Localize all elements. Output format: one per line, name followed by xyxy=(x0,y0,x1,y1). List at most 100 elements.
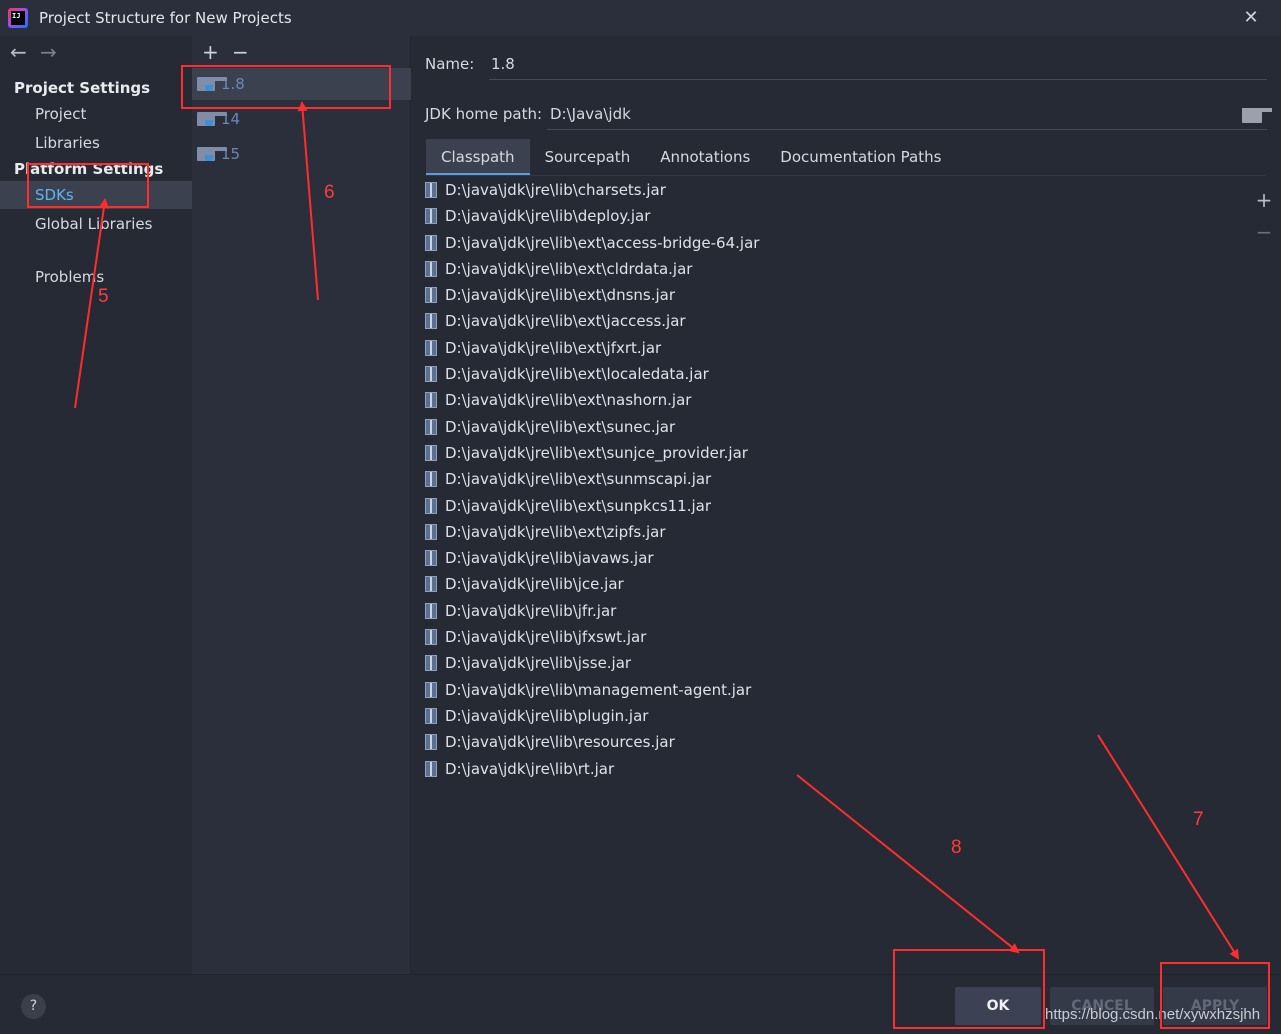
classpath-entry[interactable]: D:\java\jdk\jre\lib\ext\localedata.jar xyxy=(424,361,1254,387)
annotation-label-6: 6 xyxy=(324,182,335,203)
classpath-entry-path: D:\java\jdk\jre\lib\ext\jaccess.jar xyxy=(445,312,686,331)
jar-archive-icon xyxy=(425,707,437,724)
classpath-entry[interactable]: D:\java\jdk\jre\lib\resources.jar xyxy=(424,729,1254,755)
tab-classpath[interactable]: Classpath xyxy=(426,139,530,175)
tab-documentation-paths[interactable]: Documentation Paths xyxy=(765,139,956,175)
classpath-entry[interactable]: D:\java\jdk\jre\lib\ext\sunmscapi.jar xyxy=(424,466,1254,492)
jar-archive-icon xyxy=(425,260,437,277)
tabs-divider xyxy=(426,175,1266,176)
classpath-list: D:\java\jdk\jre\lib\charsets.jar D:\java\… xyxy=(424,177,1254,782)
classpath-entry[interactable]: D:\java\jdk\jre\lib\charsets.jar xyxy=(424,177,1254,203)
remove-path-icon[interactable]: − xyxy=(1254,216,1274,248)
tab-annotations[interactable]: Annotations xyxy=(645,139,765,175)
annotation-box-sdks xyxy=(27,163,149,208)
classpath-entry[interactable]: D:\java\jdk\jre\lib\ext\jfxrt.jar xyxy=(424,335,1254,361)
jar-archive-icon xyxy=(425,576,437,593)
sdk-detail-panel: Name: 1.8 JDK home path: D:\Java\jdk Cla… xyxy=(411,36,1281,974)
forward-arrow-icon[interactable]: → xyxy=(40,42,68,64)
classpath-entry-path: D:\java\jdk\jre\lib\ext\nashorn.jar xyxy=(445,391,692,410)
jar-archive-icon xyxy=(425,418,437,435)
classpath-entry[interactable]: D:\java\jdk\jre\lib\management-agent.jar xyxy=(424,677,1254,703)
classpath-entry-path: D:\java\jdk\jre\lib\jce.jar xyxy=(445,575,624,594)
classpath-entry[interactable]: D:\java\jdk\jre\lib\ext\zipfs.jar xyxy=(424,519,1254,545)
jar-archive-icon xyxy=(425,313,437,330)
classpath-entry[interactable]: D:\java\jdk\jre\lib\ext\jaccess.jar xyxy=(424,308,1254,334)
classpath-entry[interactable]: D:\java\jdk\jre\lib\plugin.jar xyxy=(424,703,1254,729)
classpath-entry[interactable]: D:\java\jdk\jre\lib\rt.jar xyxy=(424,756,1254,782)
classpath-entry-path: D:\java\jdk\jre\lib\ext\zipfs.jar xyxy=(445,522,666,541)
classpath-entry-path: D:\java\jdk\jre\lib\rt.jar xyxy=(445,759,615,778)
classpath-entry[interactable]: D:\java\jdk\jre\lib\ext\cldrdata.jar xyxy=(424,256,1254,282)
sidebar-item-problems[interactable]: Problems xyxy=(0,263,192,291)
annotation-label-8: 8 xyxy=(951,837,962,858)
classpath-entry-path: D:\java\jdk\jre\lib\ext\sunec.jar xyxy=(445,417,676,436)
jdk-folder-icon xyxy=(197,147,227,161)
annotation-box-jdk xyxy=(181,65,391,109)
tab-sourcepath[interactable]: Sourcepath xyxy=(530,139,646,175)
classpath-entry[interactable]: D:\java\jdk\jre\lib\ext\sunpkcs11.jar xyxy=(424,493,1254,519)
classpath-entry[interactable]: D:\java\jdk\jre\lib\deploy.jar xyxy=(424,203,1254,229)
sidebar-item-global-libraries[interactable]: Global Libraries xyxy=(0,210,192,238)
sdk-list-item[interactable]: 15 xyxy=(192,138,411,170)
title-bar: IJ Project Structure for New Projects ✕ xyxy=(0,0,1281,36)
intellij-logo-icon: IJ xyxy=(8,8,28,28)
jar-archive-icon xyxy=(425,366,437,383)
classpath-entry[interactable]: D:\java\jdk\jre\lib\javaws.jar xyxy=(424,545,1254,571)
classpath-entry-path: D:\java\jdk\jre\lib\ext\access-bridge-64… xyxy=(445,233,760,252)
classpath-entry-path: D:\java\jdk\jre\lib\charsets.jar xyxy=(445,181,666,199)
jar-archive-icon xyxy=(425,287,437,304)
jar-archive-icon xyxy=(425,629,437,646)
jar-archive-icon xyxy=(425,523,437,540)
sidebar-item-libraries[interactable]: Libraries xyxy=(0,129,192,157)
classpath-entry[interactable]: D:\java\jdk\jre\lib\ext\sunec.jar xyxy=(424,414,1254,440)
classpath-entry-path: D:\java\jdk\jre\lib\jsse.jar xyxy=(445,654,632,673)
classpath-entry-path: D:\java\jdk\jre\lib\ext\cldrdata.jar xyxy=(445,259,693,278)
classpath-entry-path: D:\java\jdk\jre\lib\ext\sunpkcs11.jar xyxy=(445,496,712,515)
classpath-entry[interactable]: D:\java\jdk\jre\lib\jfr.jar xyxy=(424,598,1254,624)
close-icon[interactable]: ✕ xyxy=(1241,8,1261,28)
window-title: Project Structure for New Projects xyxy=(39,9,292,27)
jar-archive-icon xyxy=(425,182,437,198)
back-arrow-icon[interactable]: ← xyxy=(10,42,38,64)
sdk-list-panel: + − 1.8 14 15 xyxy=(192,36,411,974)
add-path-icon[interactable]: + xyxy=(1254,184,1274,216)
add-sdk-button[interactable]: + xyxy=(202,40,232,64)
classpath-entry[interactable]: D:\java\jdk\jre\lib\jce.jar xyxy=(424,571,1254,597)
name-label: Name: xyxy=(425,55,475,73)
classpath-entry[interactable]: D:\java\jdk\jre\lib\ext\nashorn.jar xyxy=(424,387,1254,413)
jar-archive-icon xyxy=(425,681,437,698)
dialog-button-bar: ? OK CANCEL APPLY https://blog.csdn.net/… xyxy=(0,974,1281,1034)
classpath-entry-path: D:\java\jdk\jre\lib\deploy.jar xyxy=(445,207,651,226)
classpath-entry[interactable]: D:\java\jdk\jre\lib\jfxswt.jar xyxy=(424,624,1254,650)
sdk-toolbar: + − xyxy=(202,40,262,64)
jdk-home-path-label: JDK home path: xyxy=(425,105,543,123)
remove-sdk-button[interactable]: − xyxy=(232,40,262,64)
classpath-entry[interactable]: D:\java\jdk\jre\lib\ext\dnsns.jar xyxy=(424,282,1254,308)
jar-archive-icon xyxy=(425,655,437,672)
browse-folder-icon[interactable] xyxy=(1242,108,1272,124)
jar-archive-icon xyxy=(425,444,437,461)
classpath-entry-path: D:\java\jdk\jre\lib\jfxswt.jar xyxy=(445,628,647,647)
jdk-home-path-field[interactable]: D:\Java\jdk xyxy=(550,105,631,123)
classpath-entry-path: D:\java\jdk\jre\lib\javaws.jar xyxy=(445,549,654,568)
classpath-entry-path: D:\java\jdk\jre\lib\plugin.jar xyxy=(445,706,649,725)
classpath-entry-path: D:\java\jdk\jre\lib\ext\localedata.jar xyxy=(445,365,709,384)
classpath-toolbar: + − xyxy=(1254,184,1274,248)
jdk-folder-icon xyxy=(197,112,227,126)
annotation-label-7: 7 xyxy=(1193,809,1204,830)
jar-archive-icon xyxy=(425,471,437,488)
classpath-entry[interactable]: D:\java\jdk\jre\lib\jsse.jar xyxy=(424,650,1254,676)
help-icon[interactable]: ? xyxy=(21,994,46,1019)
classpath-entry-path: D:\java\jdk\jre\lib\ext\sunmscapi.jar xyxy=(445,470,712,489)
jar-archive-icon xyxy=(425,734,437,751)
jar-archive-icon xyxy=(425,602,437,619)
classpath-entry-path: D:\java\jdk\jre\lib\ext\jfxrt.jar xyxy=(445,338,662,357)
classpath-entry[interactable]: D:\java\jdk\jre\lib\ext\access-bridge-64… xyxy=(424,230,1254,256)
jdk-path-underline xyxy=(547,129,1267,130)
classpath-entry-path: D:\java\jdk\jre\lib\ext\sunjce_provider.… xyxy=(445,443,748,462)
sidebar-item-project[interactable]: Project xyxy=(0,100,192,128)
name-field[interactable]: 1.8 xyxy=(491,55,515,73)
classpath-entry[interactable]: D:\java\jdk\jre\lib\ext\sunjce_provider.… xyxy=(424,440,1254,466)
sdk-tabs: Classpath Sourcepath Annotations Documentat… xyxy=(426,139,956,175)
classpath-entry-path: D:\java\jdk\jre\lib\ext\dnsns.jar xyxy=(445,286,676,305)
